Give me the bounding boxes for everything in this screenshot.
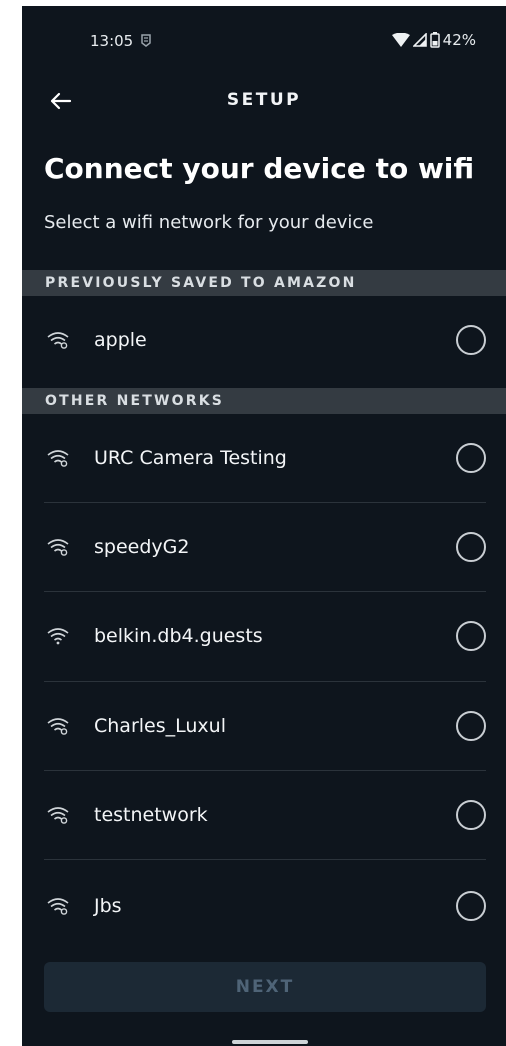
network-row-speedyg2[interactable]: speedyG2 bbox=[22, 503, 506, 591]
network-name: Jbs bbox=[94, 895, 122, 917]
network-row-testnetwork[interactable]: testnetwork bbox=[22, 771, 506, 859]
next-button[interactable]: NEXT bbox=[44, 962, 486, 1012]
status-bar: 13:05 42% bbox=[22, 6, 506, 76]
row-divider bbox=[44, 859, 486, 860]
network-name: testnetwork bbox=[94, 804, 208, 826]
app-header: SETUP bbox=[22, 76, 506, 126]
battery-icon bbox=[429, 32, 440, 48]
app-notification-icon bbox=[141, 34, 151, 47]
network-row-jbs[interactable]: Jbs bbox=[22, 862, 506, 950]
status-icons: 42% bbox=[391, 31, 476, 49]
network-name: speedyG2 bbox=[94, 536, 190, 558]
section-header-saved: PREVIOUSLY SAVED TO AMAZON bbox=[22, 270, 506, 296]
status-time: 13:05 bbox=[90, 32, 134, 50]
home-indicator[interactable] bbox=[232, 1040, 308, 1044]
section-header-other: OTHER NETWORKS bbox=[22, 388, 506, 414]
phone-screen: 13:05 42% SETUP Connect your device to w… bbox=[22, 6, 506, 1046]
wifi-secured-icon bbox=[47, 539, 69, 556]
network-name: belkin.db4.guests bbox=[94, 625, 263, 647]
page-subtitle: Select a wifi network for your device bbox=[44, 212, 374, 233]
header-title: SETUP bbox=[226, 90, 302, 110]
network-row-charles-luxul[interactable]: Charles_Luxul bbox=[22, 682, 506, 770]
wifi-secured-icon bbox=[47, 450, 69, 467]
network-name: apple bbox=[94, 329, 147, 351]
wifi-secured-icon bbox=[47, 332, 69, 349]
network-radio-apple[interactable] bbox=[456, 325, 486, 355]
network-radio-belkin-db4-guests[interactable] bbox=[456, 621, 486, 651]
network-row-urc-camera-testing[interactable]: URC Camera Testing bbox=[22, 414, 506, 502]
wifi-secured-icon bbox=[47, 898, 69, 915]
network-radio-jbs[interactable] bbox=[456, 891, 486, 921]
wifi-signal-icon bbox=[391, 33, 410, 47]
battery-percent: 42% bbox=[442, 31, 476, 49]
network-radio-speedyg2[interactable] bbox=[456, 532, 486, 562]
wifi-open-icon bbox=[47, 628, 69, 645]
network-name: URC Camera Testing bbox=[94, 447, 287, 469]
network-radio-testnetwork[interactable] bbox=[456, 800, 486, 830]
wifi-secured-icon bbox=[47, 807, 69, 824]
network-radio-urc-camera-testing[interactable] bbox=[456, 443, 486, 473]
network-name: Charles_Luxul bbox=[94, 715, 226, 737]
wifi-secured-icon bbox=[47, 718, 69, 735]
page-title: Connect your device to wifi bbox=[44, 152, 475, 185]
network-row-belkin-db4-guests[interactable]: belkin.db4.guests bbox=[22, 592, 506, 680]
cell-signal-icon bbox=[412, 33, 427, 47]
network-row-apple[interactable]: apple bbox=[22, 296, 506, 384]
network-radio-charles-luxul[interactable] bbox=[456, 711, 486, 741]
